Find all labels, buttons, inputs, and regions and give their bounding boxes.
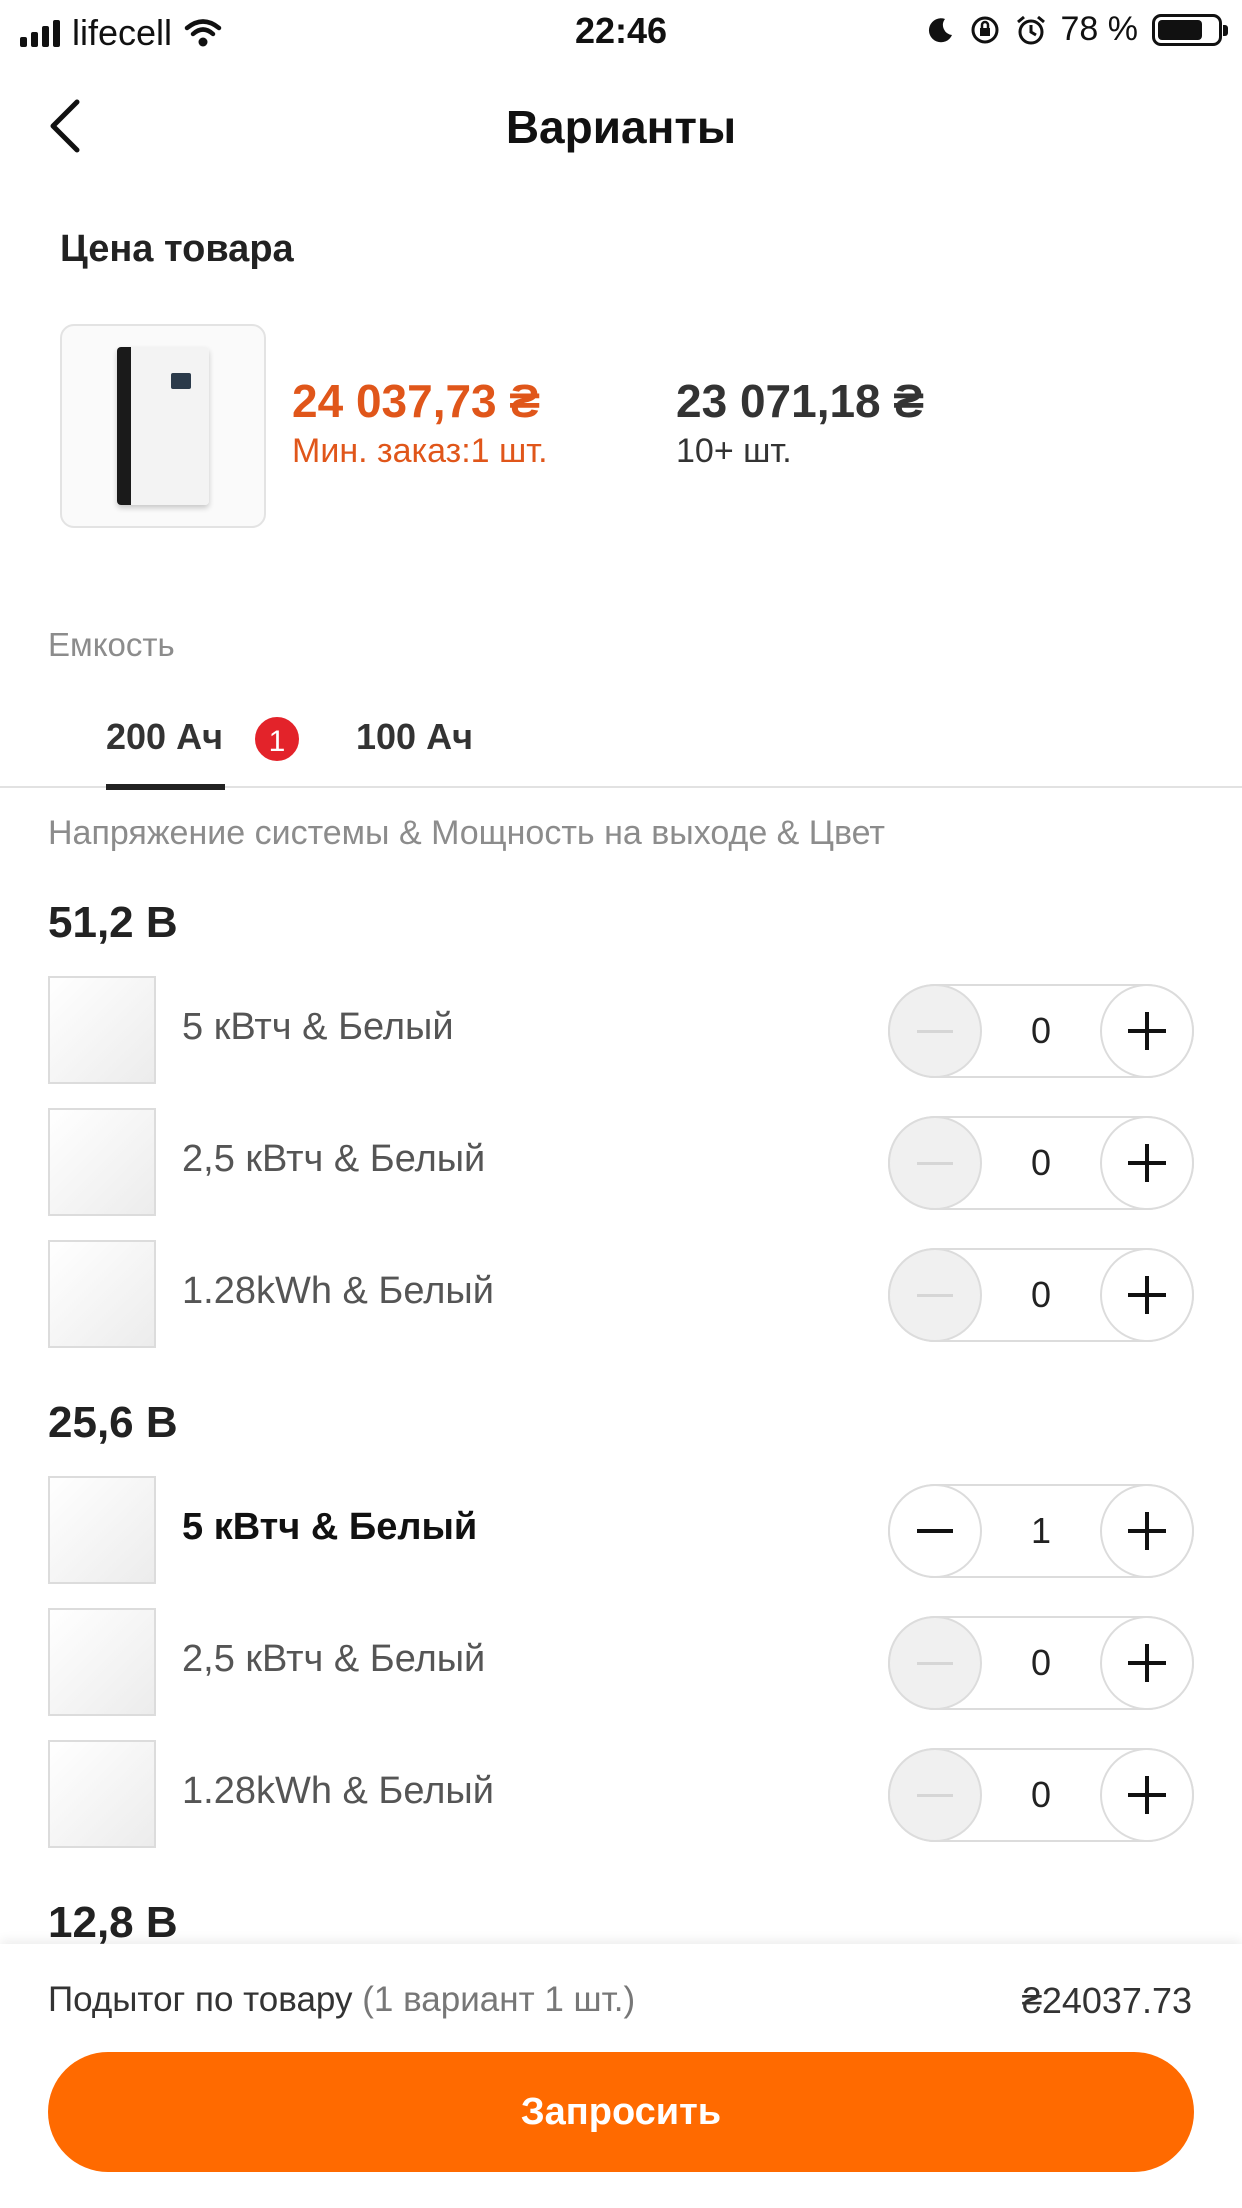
minus-icon: [917, 1029, 953, 1033]
tier1-price: 24 037,73 ₴: [292, 375, 541, 427]
variant-thumbnail[interactable]: [48, 1740, 156, 1848]
decrement-button[interactable]: [888, 1116, 982, 1210]
rotation-lock-icon: [971, 16, 998, 43]
quantity-value[interactable]: 0: [984, 1142, 1098, 1184]
subtotal-note: (1 вариант 1 шт.): [362, 1980, 636, 2019]
variant-label: 2,5 кВтч & Белый: [182, 1138, 486, 1180]
minus-icon: [917, 1293, 953, 1297]
decrement-button[interactable]: [888, 1484, 982, 1578]
variant-label: 1.28kWh & Белый: [182, 1770, 494, 1812]
increment-button[interactable]: [1100, 1616, 1194, 1710]
variant-row: 5 кВтч & Белый 0: [0, 976, 1242, 1086]
capacity-label: Емкость: [48, 626, 175, 663]
minus-icon: [917, 1161, 953, 1165]
quantity-value[interactable]: 0: [984, 1642, 1098, 1684]
variant-thumbnail[interactable]: [48, 1108, 156, 1216]
increment-button[interactable]: [1100, 1248, 1194, 1342]
tab-200ah[interactable]: 200 Ач: [106, 716, 225, 790]
variant-row: 2,5 кВтч & Белый 0: [0, 1108, 1242, 1218]
decrement-button[interactable]: [888, 1616, 982, 1710]
status-bar: lifecell 22:46 78 %: [0, 0, 1242, 64]
alarm-icon: [1016, 15, 1045, 44]
attributes-label: Напряжение системы & Мощность на выходе …: [48, 814, 885, 852]
decrement-button[interactable]: [888, 1248, 982, 1342]
increment-button[interactable]: [1100, 1484, 1194, 1578]
quantity-stepper: 0: [888, 984, 1194, 1078]
group-title-12v: 12,8 В: [48, 1898, 178, 1947]
variant-label: 5 кВтч & Белый: [182, 1506, 478, 1548]
footer-bar: Подытог по товару (1 вариант 1 шт.) ₴240…: [0, 1944, 1242, 2208]
quantity-stepper: 0: [888, 1248, 1194, 1342]
battery-percent: 78 %: [1060, 10, 1139, 48]
variant-label: 1.28kWh & Белый: [182, 1270, 494, 1312]
quantity-value[interactable]: 0: [984, 1010, 1098, 1052]
decrement-button[interactable]: [888, 1748, 982, 1842]
increment-button[interactable]: [1100, 1116, 1194, 1210]
quantity-stepper: 0: [888, 1616, 1194, 1710]
variant-row: 5 кВтч & Белый 1: [0, 1476, 1242, 1586]
quantity-stepper: 0: [888, 1748, 1194, 1842]
request-button[interactable]: Запросить: [48, 2052, 1194, 2172]
minus-icon: [917, 1793, 953, 1797]
tab-100ah[interactable]: 100 Ач: [356, 716, 473, 758]
variant-thumbnail[interactable]: [48, 1476, 156, 1584]
increment-button[interactable]: [1100, 984, 1194, 1078]
price-section-label: Цена товара: [60, 228, 294, 270]
quantity-value[interactable]: 0: [984, 1274, 1098, 1316]
variant-thumbnail[interactable]: [48, 1608, 156, 1716]
tier1-min-order: Мин. заказ:1 шт.: [292, 432, 548, 470]
tab-count-badge: 1: [252, 714, 302, 764]
tier2-price: 23 071,18 ₴: [676, 375, 925, 427]
product-image: [60, 324, 266, 528]
subtotal-text: Подытог по товару: [48, 1980, 353, 2019]
quantity-value[interactable]: 1: [984, 1510, 1098, 1552]
quantity-value[interactable]: 0: [984, 1774, 1098, 1816]
subtotal-value: ₴24037.73: [1021, 1980, 1192, 2021]
variant-row: 1.28kWh & Белый 0: [0, 1240, 1242, 1350]
group-title-51v: 51,2 В: [48, 898, 178, 947]
capacity-tabs: 200 Ач 100 Ач: [0, 700, 1242, 790]
battery-icon: [1152, 13, 1228, 46]
decrement-button[interactable]: [888, 984, 982, 1078]
variant-thumbnail[interactable]: [48, 1240, 156, 1348]
minus-icon: [917, 1661, 953, 1665]
tier2-quantity: 10+ шт.: [676, 432, 792, 470]
quantity-stepper: 1: [888, 1484, 1194, 1578]
status-right: 78 %: [925, 10, 1228, 49]
increment-button[interactable]: [1100, 1748, 1194, 1842]
variant-label: 5 кВтч & Белый: [182, 1006, 454, 1048]
moon-icon: [928, 17, 952, 42]
subtotal-label: Подытог по товару (1 вариант 1 шт.): [48, 1980, 635, 2020]
variant-row: 1.28kWh & Белый 0: [0, 1740, 1242, 1850]
variant-thumbnail[interactable]: [48, 976, 156, 1084]
variant-label: 2,5 кВтч & Белый: [182, 1638, 486, 1680]
minus-icon: [917, 1529, 953, 1533]
group-title-25v: 25,6 В: [48, 1398, 178, 1447]
page-title: Варианты: [505, 101, 737, 153]
variant-row: 2,5 кВтч & Белый 0: [0, 1608, 1242, 1718]
battery-device-image: [117, 347, 209, 505]
quantity-stepper: 0: [888, 1116, 1194, 1210]
